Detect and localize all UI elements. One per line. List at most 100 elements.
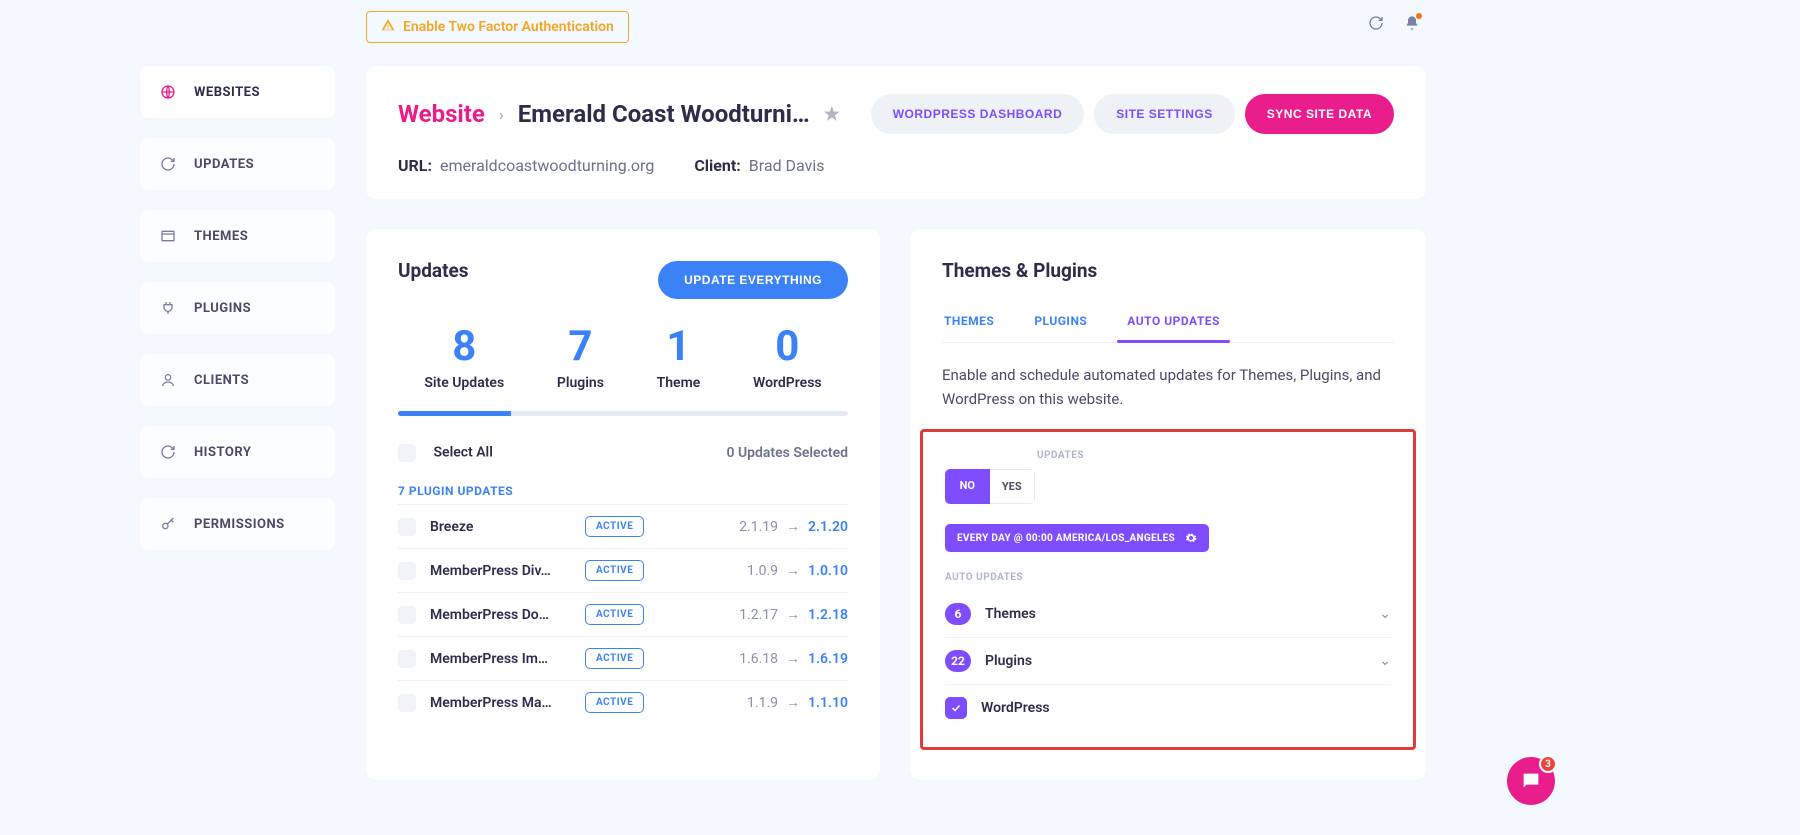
arrow-right-icon: → (786, 518, 800, 535)
tfa-label: Enable Two Factor Authentication (403, 19, 614, 35)
sidebar-item-themes[interactable]: THEMES (140, 210, 335, 262)
sidebar-item-permissions[interactable]: PERMISSIONS (140, 498, 335, 550)
table-row: MemberPress Div… ACTIVE 1.0.9 → 1.0.10 (398, 548, 848, 592)
arrow-right-icon: → (786, 606, 800, 623)
tfa-banner[interactable]: Enable Two Factor Authentication (366, 11, 629, 43)
sidebar-item-updates[interactable]: UPDATES (140, 138, 335, 190)
sidebar-item-plugins[interactable]: PLUGINS (140, 282, 335, 334)
updates-card: Updates UPDATE EVERYTHING 8 Site Updates… (366, 229, 880, 780)
auto-updates-description: Enable and schedule automated updates fo… (942, 363, 1394, 411)
sidebar: WEBSITES UPDATES THEMES PLUGINS CLIENTS (140, 66, 335, 550)
refresh-icon[interactable] (1368, 15, 1384, 35)
progress-fill (398, 411, 511, 416)
chevron-down-icon: ⌄ (1379, 653, 1391, 669)
table-row: Breeze ACTIVE 2.1.19 → 2.1.20 (398, 504, 848, 548)
schedule-text: EVERY DAY @ 00:00 AMERICA/LOS_ANGELES (957, 533, 1175, 544)
select-all-checkbox[interactable] (398, 444, 416, 462)
sidebar-item-label: WEBSITES (194, 85, 260, 100)
tab-plugins[interactable]: PLUGINS (1032, 300, 1089, 342)
plugin-name: MemberPress Do… (430, 607, 585, 623)
auto-plugins-row[interactable]: 22 Plugins ⌄ (945, 638, 1391, 685)
sidebar-item-label: PLUGINS (194, 301, 251, 316)
notification-dot (1416, 13, 1422, 19)
version-change: 1.1.9 → 1.1.10 (747, 694, 848, 711)
sidebar-item-history[interactable]: HISTORY (140, 426, 335, 478)
row-checkbox[interactable] (398, 518, 416, 536)
version-change: 2.1.19 → 2.1.20 (739, 518, 848, 535)
site-header: Website › Emerald Coast Woodturni… ★ WOR… (366, 66, 1426, 199)
site-settings-button[interactable]: SITE SETTINGS (1094, 94, 1235, 134)
arrow-right-icon: → (786, 650, 800, 667)
auto-updates-toggle[interactable]: NO YES (945, 469, 1035, 504)
arrow-right-icon: → (786, 562, 800, 579)
history-icon (160, 444, 176, 460)
bell-icon[interactable] (1404, 15, 1420, 35)
breadcrumb-home[interactable]: Website (398, 100, 485, 128)
version-change: 1.2.17 → 1.2.18 (739, 606, 848, 623)
stat-theme: 1 Theme (657, 322, 701, 391)
row-checkbox[interactable] (398, 650, 416, 668)
version-change: 1.6.18 → 1.6.19 (739, 650, 848, 667)
arrow-right-icon: → (786, 694, 800, 711)
table-row: MemberPress Ma… ACTIVE 1.1.9 → 1.1.10 (398, 680, 848, 724)
updates-title: Updates (398, 259, 469, 282)
tab-auto-updates[interactable]: AUTO UPDATES (1125, 300, 1222, 342)
chevron-down-icon: ⌄ (1379, 606, 1391, 622)
breadcrumb-site-name: Emerald Coast Woodturni… (518, 100, 810, 128)
progress-bar (398, 411, 848, 416)
themes-plugins-title: Themes & Plugins (942, 259, 1394, 282)
sidebar-item-websites[interactable]: WEBSITES (140, 66, 335, 118)
auto-themes-row[interactable]: 6 Themes ⌄ (945, 591, 1391, 638)
stat-site-updates: 8 Site Updates (424, 322, 504, 391)
updates-toggle-label: UPDATES (1037, 450, 1391, 461)
schedule-pill[interactable]: EVERY DAY @ 00:00 AMERICA/LOS_ANGELES (945, 524, 1209, 552)
tab-themes[interactable]: THEMES (942, 300, 996, 342)
auto-wordpress-row[interactable]: WordPress (945, 685, 1391, 731)
status-badge: ACTIVE (585, 692, 644, 713)
key-icon (160, 516, 176, 532)
toggle-no[interactable]: NO (945, 469, 990, 504)
gear-icon[interactable] (1185, 532, 1197, 544)
chevron-right-icon: › (499, 105, 504, 124)
row-checkbox[interactable] (398, 562, 416, 580)
layout-icon (160, 228, 176, 244)
selected-count: 0 Updates Selected (726, 445, 848, 461)
stat-plugins: 7 Plugins (557, 322, 604, 391)
sidebar-item-label: PERMISSIONS (194, 517, 285, 532)
row-checkbox[interactable] (398, 694, 416, 712)
toggle-yes[interactable]: YES (990, 469, 1036, 504)
breadcrumb: Website › Emerald Coast Woodturni… ★ (398, 100, 840, 128)
version-change: 1.0.9 → 1.0.10 (747, 562, 848, 579)
stat-wordpress: 0 WordPress (753, 322, 822, 391)
row-checkbox[interactable] (398, 606, 416, 624)
plugin-name: MemberPress Im… (430, 651, 585, 667)
highlighted-region: UPDATES NO YES EVERY DAY @ 00:00 AMERICA… (920, 429, 1416, 750)
user-icon (160, 372, 176, 388)
sidebar-item-label: UPDATES (194, 157, 254, 172)
status-badge: ACTIVE (585, 604, 644, 625)
themes-plugins-card: Themes & Plugins THEMES PLUGINS AUTO UPD… (910, 229, 1426, 780)
status-badge: ACTIVE (585, 560, 644, 581)
sync-site-data-button[interactable]: SYNC SITE DATA (1245, 94, 1394, 134)
sidebar-item-clients[interactable]: CLIENTS (140, 354, 335, 406)
chat-badge: 3 (1539, 755, 1557, 773)
count-badge: 22 (945, 650, 971, 672)
select-all[interactable]: Select All (398, 444, 493, 462)
plugin-name: MemberPress Ma… (430, 695, 585, 711)
wp-dashboard-button[interactable]: WORDPRESS DASHBOARD (871, 94, 1085, 134)
star-icon[interactable]: ★ (824, 104, 840, 125)
update-everything-button[interactable]: UPDATE EVERYTHING (658, 261, 848, 299)
site-url: URL:emeraldcoastwoodturning.org (398, 156, 654, 175)
plugin-updates-label: 7 PLUGIN UPDATES (398, 484, 848, 498)
warning-icon (381, 18, 395, 36)
chat-fab[interactable]: 3 (1507, 757, 1555, 805)
wordpress-checkbox[interactable] (945, 697, 967, 719)
table-row: MemberPress Im… ACTIVE 1.6.18 → 1.6.19 (398, 636, 848, 680)
count-badge: 6 (945, 603, 971, 625)
sidebar-item-label: CLIENTS (194, 373, 249, 388)
plugin-name: Breeze (430, 519, 585, 535)
table-row: MemberPress Do… ACTIVE 1.2.17 → 1.2.18 (398, 592, 848, 636)
refresh-icon (160, 156, 176, 172)
sidebar-item-label: HISTORY (194, 445, 251, 460)
plug-icon (160, 300, 176, 316)
